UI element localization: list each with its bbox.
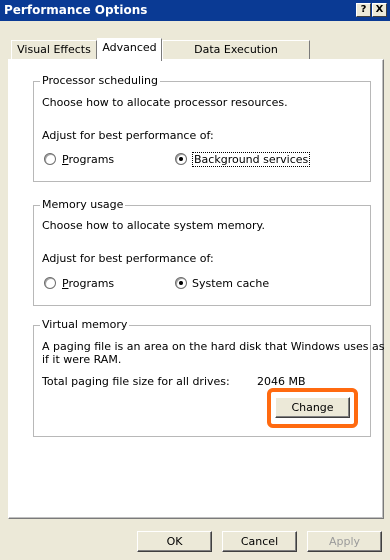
memory-system-cache-radio[interactable] bbox=[175, 277, 187, 289]
apply-button[interactable]: Apply bbox=[307, 531, 382, 552]
memory-system-cache-label[interactable]: System cache bbox=[192, 277, 269, 290]
virtual-memory-description-line1: A paging file is an area on the hard dis… bbox=[42, 340, 385, 353]
memory-programs-radio[interactable] bbox=[44, 277, 56, 289]
memory-description: Choose how to allocate system memory. bbox=[42, 219, 265, 232]
memory-adjust-label: Adjust for best performance of: bbox=[42, 252, 214, 265]
processor-background-services-radio[interactable] bbox=[175, 153, 187, 165]
title-bar[interactable]: Performance Options ? X bbox=[0, 0, 390, 21]
group-legend: Processor scheduling bbox=[40, 74, 161, 87]
virtual-memory-description-line2: if it were RAM. bbox=[42, 353, 122, 366]
group-legend: Memory usage bbox=[40, 198, 126, 211]
cancel-button[interactable]: Cancel bbox=[222, 531, 297, 552]
tab-visual-effects[interactable]: Visual Effects bbox=[11, 40, 97, 59]
paging-file-total-value: 2046 MB bbox=[257, 375, 306, 388]
processor-background-services-label[interactable]: Background services bbox=[192, 152, 311, 167]
processor-programs-radio[interactable] bbox=[44, 153, 56, 165]
window-title: Performance Options bbox=[4, 3, 148, 17]
close-button[interactable]: X bbox=[372, 3, 387, 17]
processor-adjust-label: Adjust for best performance of: bbox=[42, 129, 214, 142]
processor-programs-label[interactable]: Programs bbox=[62, 153, 114, 166]
help-button[interactable]: ? bbox=[356, 3, 371, 17]
tab-advanced[interactable]: Advanced bbox=[97, 38, 162, 61]
ok-button[interactable]: OK bbox=[137, 531, 212, 552]
tab-data-execution-prevention[interactable]: Data Execution Prevention bbox=[162, 40, 310, 73]
memory-programs-label[interactable]: Programs bbox=[62, 277, 114, 290]
processor-description: Choose how to allocate processor resourc… bbox=[42, 96, 288, 109]
performance-options-dialog: Performance Options ? X Visual Effects A… bbox=[0, 0, 390, 560]
group-legend: Virtual memory bbox=[40, 318, 130, 331]
change-button[interactable]: Change bbox=[275, 397, 350, 418]
paging-file-total-label: Total paging file size for all drives: bbox=[42, 375, 230, 388]
